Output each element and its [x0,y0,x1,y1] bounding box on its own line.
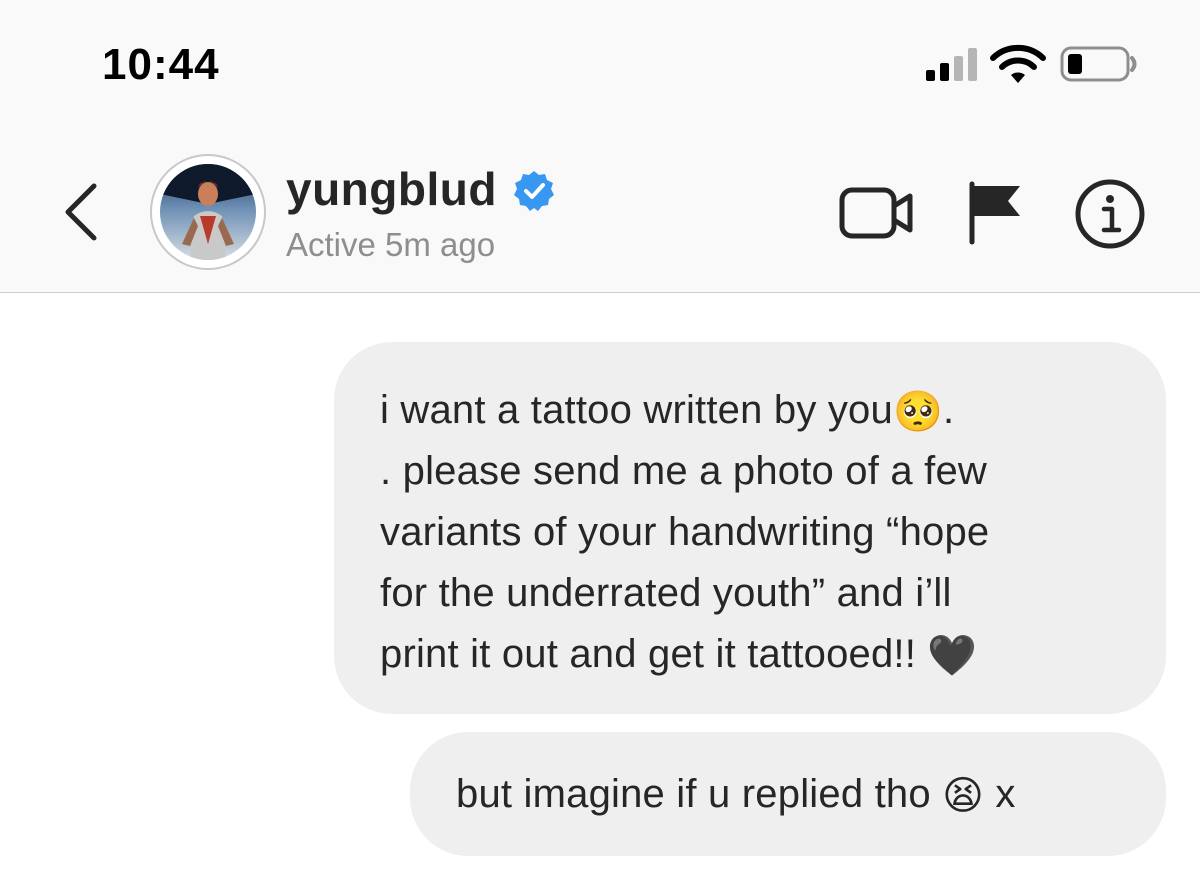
video-call-button[interactable] [838,182,916,244]
battery-icon [1060,44,1140,84]
message-line: print it out and get it tattooed!! 🖤 [380,632,978,680]
message-line: i want a tattoo written by you🥺. [380,388,955,436]
info-button[interactable] [1074,178,1146,250]
chat-username[interactable]: yungblud [286,162,497,216]
active-status-text: Active 5m ago [286,226,496,263]
message-bubble[interactable]: but imagine if u replied tho 😫 x [410,732,1166,856]
black-heart-emoji: 🖤 [927,633,978,680]
video-camera-icon [839,187,913,239]
profile-avatar[interactable] [150,154,266,270]
message-line: but imagine if u replied tho 😫 x [456,772,1016,820]
message-line: variants of your handwriting “hope [380,510,990,554]
avatar [160,164,256,260]
back-button[interactable] [56,180,106,244]
top-bar: 10:44 yungblud Active 5m ago [0,0,1200,293]
message-line: for the underrated youth” and i’ll [380,571,952,615]
tired-face-emoji: 😫 [942,773,984,820]
verified-badge-icon [513,170,555,212]
message-line: . please send me a photo of a few [380,449,987,493]
pleading-face-emoji: 🥺 [892,389,943,436]
status-time: 10:44 [102,40,220,89]
report-flag-button[interactable] [962,180,1026,246]
message-bubble[interactable]: i want a tattoo written by you🥺. . pleas… [334,342,1166,714]
chevron-left-icon [65,183,97,241]
wifi-icon [990,44,1046,86]
flag-icon [969,181,1020,245]
cellular-signal-icon [926,48,982,82]
info-icon [1075,179,1145,249]
